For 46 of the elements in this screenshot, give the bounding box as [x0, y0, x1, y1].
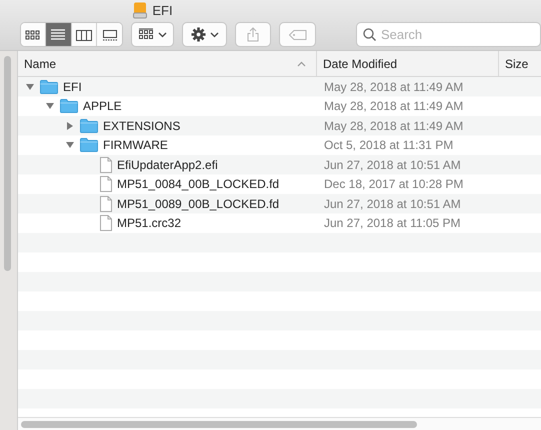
document-icon: [100, 196, 112, 212]
grid-icon: [138, 28, 154, 42]
disclosure-triangle-icon[interactable]: [25, 82, 35, 92]
disclosure-triangle-icon[interactable]: [45, 101, 55, 112]
date-modified: Dec 18, 2017 at 10:28 PM: [323, 177, 464, 192]
settings-button[interactable]: [182, 22, 227, 47]
settings-icon: [190, 27, 206, 42]
file-name[interactable]: APPLE: [83, 99, 122, 114]
date-modified: Jun 27, 2018 at 10:51 AM: [323, 196, 461, 211]
tag-icon: [288, 30, 307, 40]
column-header[interactable]: Size: [498, 51, 541, 76]
document-icon: [100, 176, 112, 192]
column-header[interactable]: Name: [18, 51, 316, 76]
date-modified: May 28, 2018 at 11:49 AM: [323, 118, 464, 133]
date-modified: Jun 27, 2018 at 10:51 AM: [323, 158, 461, 172]
file-name[interactable]: EXTENSIONS: [103, 118, 180, 133]
folder-icon: [80, 118, 98, 133]
list-icon: [49, 26, 68, 42]
file-name[interactable]: EFI: [63, 80, 82, 94]
search-field[interactable]: Search: [356, 22, 541, 47]
view-button[interactable]: [46, 23, 72, 46]
scrollbar-thumb[interactable]: [4, 56, 11, 271]
document-icon: [100, 156, 112, 173]
file-name[interactable]: FIRMWARE: [103, 138, 168, 152]
date-modified: May 28, 2018 at 11:49 AM: [323, 99, 464, 114]
document-icon: [100, 215, 112, 232]
column-header[interactable]: Date Modified: [316, 51, 498, 76]
disclosure-triangle-icon[interactable]: [65, 120, 75, 131]
scrollbar-thumb[interactable]: [21, 420, 417, 428]
file-name[interactable]: EfiUpdaterApp2.efi: [117, 158, 218, 172]
share-icon: [246, 27, 259, 42]
date-modified: Oct 5, 2018 at 11:31 PM: [323, 138, 454, 152]
date-modified: May 28, 2018 at 11:49 AM: [323, 80, 464, 94]
chevron-down-icon: [158, 32, 168, 38]
disclosure-triangle-icon[interactable]: [65, 140, 75, 150]
file-name[interactable]: MP51_0089_00B_LOCKED.fd: [117, 196, 280, 211]
date-modified: Jun 27, 2018 at 11:05 PM: [323, 216, 461, 230]
folder-icon: [40, 80, 58, 94]
folder-icon: [80, 138, 98, 152]
file-name[interactable]: MP51_0084_00B_LOCKED.fd: [117, 177, 280, 192]
file-name[interactable]: MP51.crc32: [117, 216, 182, 230]
view-button[interactable]: [21, 23, 46, 46]
chevron-down-icon: [210, 32, 219, 38]
window-title: EFI: [152, 2, 173, 18]
group-button[interactable]: [131, 22, 174, 47]
folder-icon: [60, 99, 78, 114]
